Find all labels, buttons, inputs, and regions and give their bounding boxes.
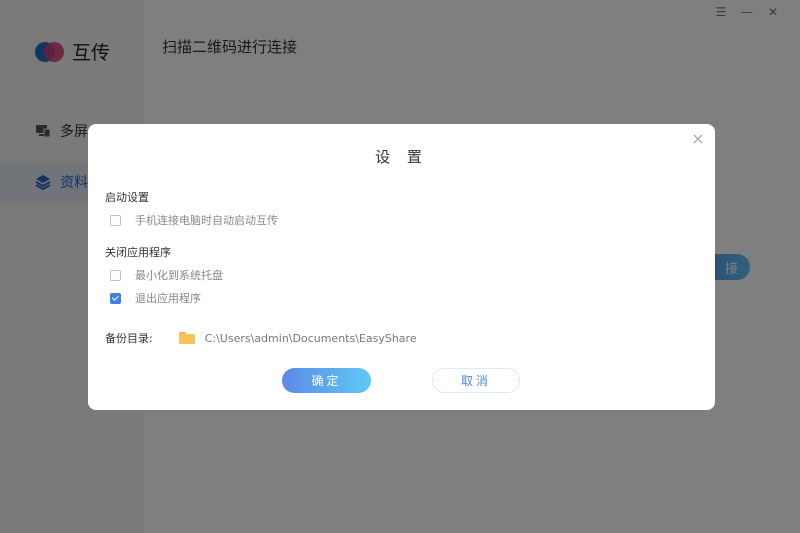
confirm-button[interactable]: 确定 [282,368,371,393]
option-label: 最小化到系统托盘 [135,269,223,282]
settings-dialog: × 设 置 启动设置 手机连接电脑时自动启动互传 关闭应用程序 最小化到系统托盘… [88,124,715,410]
backup-directory: 备份目录: C:\Users\admin\Documents\EasyShare [105,330,417,346]
backup-label: 备份目录: [105,332,153,345]
option-label: 退出应用程序 [135,292,201,305]
option-label: 手机连接电脑时自动启动互传 [135,214,278,227]
close-section-title: 关闭应用程序 [105,246,171,259]
minimize-to-tray-option[interactable]: 最小化到系统托盘 [110,267,223,283]
auto-start-option[interactable]: 手机连接电脑时自动启动互传 [110,212,278,228]
backup-path[interactable]: C:\Users\admin\Documents\EasyShare [205,332,417,345]
startup-section-title: 启动设置 [105,191,149,204]
folder-icon[interactable] [178,332,195,344]
cancel-button[interactable]: 取消 [432,368,520,393]
minimize-to-tray-checkbox[interactable] [110,269,121,281]
exit-app-checkbox[interactable] [110,292,121,304]
dialog-title: 设 置 [375,148,428,166]
exit-app-option[interactable]: 退出应用程序 [110,290,201,306]
auto-start-checkbox[interactable] [110,214,121,226]
